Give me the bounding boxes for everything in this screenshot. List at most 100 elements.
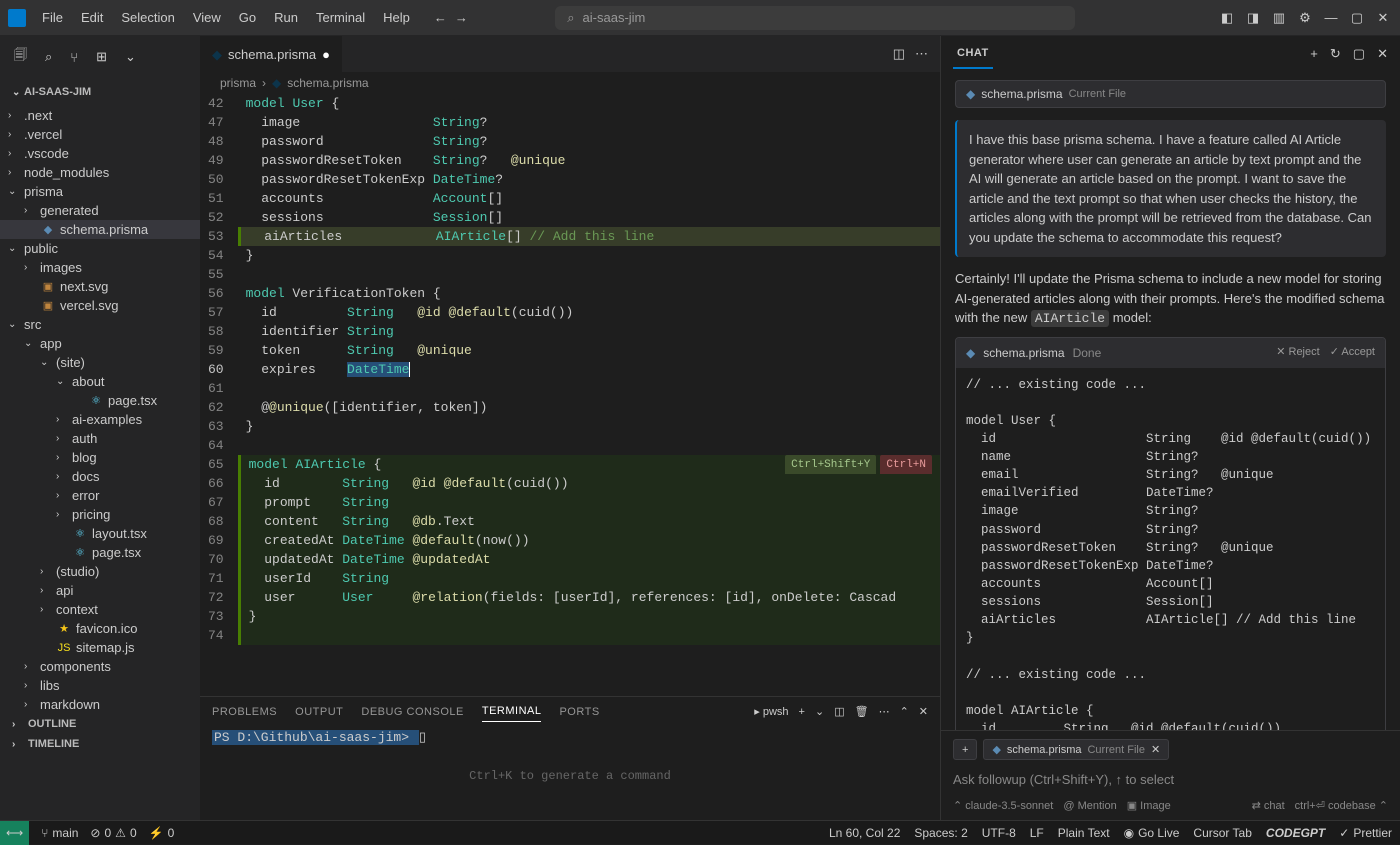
split-editor-icon[interactable]: ◫ (893, 46, 905, 62)
menu-item-run[interactable]: Run (266, 6, 306, 29)
folder-node-modules[interactable]: ›node_modules (0, 163, 200, 182)
folder-about[interactable]: ⌄about (0, 372, 200, 391)
file-layout-tsx[interactable]: ⚛layout.tsx (0, 524, 200, 543)
chat-mode-button[interactable]: ⇄ chat (1252, 799, 1285, 812)
folder--vscode[interactable]: ›.vscode (0, 144, 200, 163)
folder-public[interactable]: ⌄public (0, 239, 200, 258)
image-button[interactable]: ▣ Image (1127, 799, 1171, 812)
folder-src[interactable]: ⌄src (0, 315, 200, 334)
mention-button[interactable]: @ Mention (1063, 800, 1116, 812)
files-icon[interactable]: 🗐 (14, 46, 27, 68)
source-control-icon[interactable]: ⑂ (70, 50, 78, 65)
layout-icon[interactable]: ▢ (1353, 46, 1365, 62)
layout-sidebar-right-icon[interactable]: ▥ (1270, 9, 1288, 27)
terminal-dropdown-icon[interactable]: ⌄ (815, 705, 824, 718)
shell-selector[interactable]: ▸ pwsh (754, 705, 788, 718)
reject-button[interactable]: ✕ Reject (1276, 344, 1319, 361)
code-editor[interactable]: 4247484950515253545556575859606162636465… (200, 94, 940, 696)
terminal-tab-output[interactable]: OUTPUT (295, 702, 343, 722)
history-icon[interactable]: ↻ (1330, 46, 1341, 62)
chat-tab[interactable]: CHAT (953, 39, 993, 69)
chat-input[interactable]: Ask followup (Ctrl+Shift+Y), ↑ to select (953, 766, 1388, 793)
breadcrumb[interactable]: prisma› ◆ schema.prisma (200, 72, 940, 94)
go-live-button[interactable]: ◉ Go Live (1124, 826, 1180, 840)
folder-docs[interactable]: ›docs (0, 467, 200, 486)
more-icon[interactable]: ⋯ (915, 46, 928, 62)
folder--studio-[interactable]: ›(studio) (0, 562, 200, 581)
menu-item-terminal[interactable]: Terminal (308, 6, 373, 29)
file-schema-prisma[interactable]: ◆schema.prisma (0, 220, 200, 239)
file-sitemap-js[interactable]: JSsitemap.js (0, 638, 200, 657)
project-header[interactable]: ⌄ AI-SAAS-JIM (0, 78, 200, 106)
outline-section[interactable]: ›OUTLINE (0, 714, 200, 734)
editor-tab[interactable]: ◆ schema.prisma ● (200, 36, 342, 72)
new-terminal-icon[interactable]: + (799, 706, 805, 718)
cursor-position[interactable]: Ln 60, Col 22 (829, 826, 900, 840)
chevron-down-icon[interactable]: ⌄ (125, 49, 136, 65)
file-page-tsx[interactable]: ⚛page.tsx (0, 391, 200, 410)
command-center[interactable]: ⌕ ai-saas-jim (555, 6, 1075, 30)
folder-error[interactable]: ›error (0, 486, 200, 505)
minimize-icon[interactable]: — (1322, 9, 1340, 27)
folder-blog[interactable]: ›blog (0, 448, 200, 467)
language-mode[interactable]: Plain Text (1058, 826, 1110, 840)
problems-indicator[interactable]: ⊘ 0 ⚠ 0 (90, 826, 136, 840)
folder-pricing[interactable]: ›pricing (0, 505, 200, 524)
folder-prisma[interactable]: ⌄prisma (0, 182, 200, 201)
file-context-badge[interactable]: ◆ schema.prisma Current File (955, 80, 1386, 108)
kill-terminal-icon[interactable]: 🗑 (855, 705, 869, 718)
gear-icon[interactable]: ⚙ (1296, 9, 1314, 27)
folder-images[interactable]: ›images (0, 258, 200, 277)
file-page-tsx[interactable]: ⚛page.tsx (0, 543, 200, 562)
cursor-tab[interactable]: Cursor Tab (1193, 826, 1251, 840)
codegpt[interactable]: CODEGPT (1266, 826, 1325, 840)
nav-back-icon[interactable]: ← (434, 10, 447, 25)
folder-ai-examples[interactable]: ›ai-examples (0, 410, 200, 429)
timeline-section[interactable]: ›TIMELINE (0, 734, 200, 754)
file-favicon-ico[interactable]: ★favicon.ico (0, 619, 200, 638)
search-icon[interactable]: ⌕ (45, 49, 52, 65)
layout-sidebar-left-icon[interactable]: ◧ (1218, 9, 1236, 27)
close-panel-icon[interactable]: ✕ (1377, 46, 1388, 62)
folder-api[interactable]: ›api (0, 581, 200, 600)
file-vercel-svg[interactable]: ▣vercel.svg (0, 296, 200, 315)
folder--next[interactable]: ›.next (0, 106, 200, 125)
file-next-svg[interactable]: ▣next.svg (0, 277, 200, 296)
folder--site-[interactable]: ⌄(site) (0, 353, 200, 372)
terminal-tab-debug-console[interactable]: DEBUG CONSOLE (361, 702, 463, 722)
terminal-body[interactable]: PS D:\Github\ai-saas-jim> ▯ Ctrl+K to ge… (200, 726, 940, 820)
prettier[interactable]: ✓ Prettier (1339, 826, 1392, 840)
folder--vercel[interactable]: ›.vercel (0, 125, 200, 144)
menu-item-selection[interactable]: Selection (113, 6, 182, 29)
more-terminal-icon[interactable]: ⋯ (879, 705, 890, 718)
add-context-button[interactable]: + (953, 739, 977, 760)
encoding[interactable]: UTF-8 (982, 826, 1016, 840)
eol[interactable]: LF (1030, 826, 1044, 840)
branch-indicator[interactable]: ⑂ main (41, 826, 78, 840)
nav-forward-icon[interactable]: → (455, 10, 468, 25)
accept-button[interactable]: ✓ Accept (1330, 344, 1375, 361)
menu-item-go[interactable]: Go (231, 6, 264, 29)
folder-markdown[interactable]: ›markdown (0, 695, 200, 714)
codebase-button[interactable]: ctrl+⏎ codebase ⌃ (1295, 799, 1388, 812)
model-selector[interactable]: ⌃ claude-3.5-sonnet (953, 799, 1053, 812)
extensions-icon[interactable]: ⊞ (96, 49, 107, 65)
terminal-tab-problems[interactable]: PROBLEMS (212, 702, 277, 722)
ports-indicator[interactable]: ⚡ 0 (149, 826, 175, 840)
split-terminal-icon[interactable]: ◫ (834, 705, 844, 718)
folder-generated[interactable]: ›generated (0, 201, 200, 220)
folder-app[interactable]: ⌄app (0, 334, 200, 353)
close-panel-icon[interactable]: ✕ (919, 705, 928, 718)
input-context-pill[interactable]: ◆ schema.prisma Current File ✕ (983, 739, 1169, 760)
folder-context[interactable]: ›context (0, 600, 200, 619)
maximize-icon[interactable]: ▢ (1348, 9, 1366, 27)
folder-libs[interactable]: ›libs (0, 676, 200, 695)
new-chat-icon[interactable]: + (1310, 46, 1318, 62)
menu-item-help[interactable]: Help (375, 6, 418, 29)
indentation[interactable]: Spaces: 2 (914, 826, 967, 840)
menu-item-file[interactable]: File (34, 6, 71, 29)
close-icon[interactable]: ✕ (1374, 9, 1392, 27)
layout-panel-icon[interactable]: ◨ (1244, 9, 1262, 27)
folder-components[interactable]: ›components (0, 657, 200, 676)
remote-indicator[interactable]: ⟷ (0, 821, 29, 845)
